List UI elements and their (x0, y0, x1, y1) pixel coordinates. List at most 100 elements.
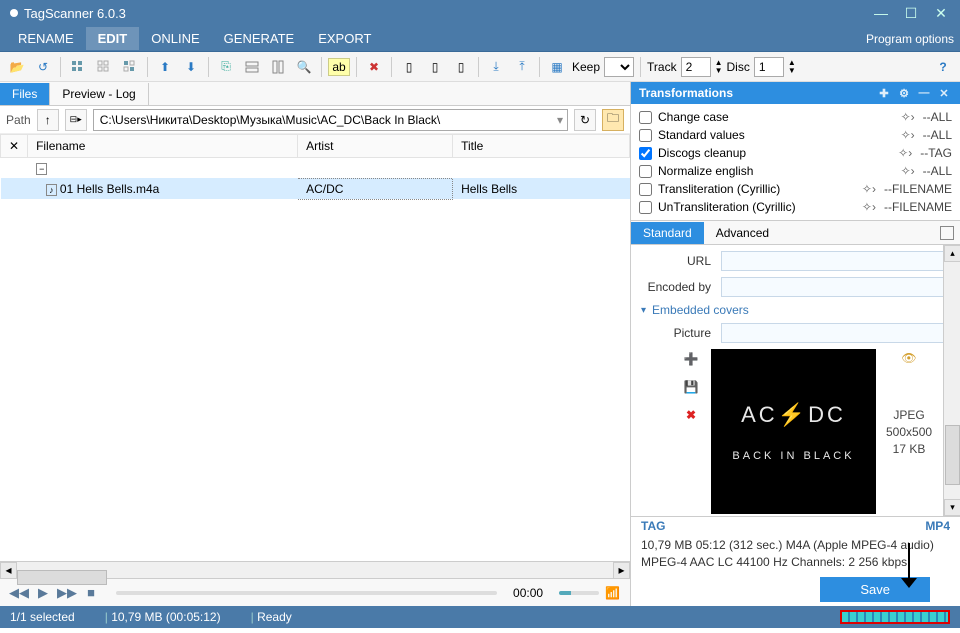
forward-button[interactable]: ▶▶ (58, 584, 76, 602)
disc-input[interactable] (754, 57, 784, 77)
cover-save-button[interactable]: 💾 (681, 377, 701, 397)
transform-minus-button[interactable]: — (916, 85, 932, 101)
transform-row[interactable]: Discogs cleanup✧›--TAG (639, 144, 952, 162)
transform-checkbox[interactable] (639, 165, 652, 178)
program-options-link[interactable]: Program options (866, 32, 954, 46)
col-shuffle[interactable]: ✕ (1, 135, 28, 158)
transform-checkbox[interactable] (639, 111, 652, 124)
cover-remove-button[interactable]: ✖ (681, 405, 701, 425)
scroll-thumb-v[interactable] (945, 425, 960, 485)
copy-button[interactable]: ⎘ (215, 56, 237, 78)
left-panel: Files Preview - Log Path ↑ ⊟▸ C:\Users\Н… (0, 82, 631, 606)
picture-input[interactable] (721, 323, 950, 343)
doc1-button[interactable]: ▯ (398, 56, 420, 78)
scroll-up-button[interactable]: ▴ (944, 245, 960, 262)
seek-slider[interactable] (116, 591, 497, 595)
tab-files[interactable]: Files (0, 83, 50, 105)
stop-button[interactable]: ■ (82, 584, 100, 602)
invert-selection-button[interactable] (119, 56, 141, 78)
track-stepper[interactable]: ▲▼ (715, 59, 723, 75)
history-button[interactable]: ↺ (32, 56, 54, 78)
horizontal-scrollbar[interactable]: ◂ ▸ (0, 561, 630, 578)
rewind-button[interactable]: ◀◀ (10, 584, 28, 602)
transform-settings-button[interactable]: ⚙ (896, 85, 912, 101)
tab-preview-log[interactable]: Preview - Log (50, 83, 148, 105)
disc-stepper[interactable]: ▲▼ (788, 59, 796, 75)
tree-collapse-icon[interactable]: − (36, 163, 47, 175)
document-play-icon: ▯ (432, 60, 439, 74)
transform-checkbox[interactable] (639, 129, 652, 142)
section-embedded-covers[interactable]: Embedded covers (641, 303, 950, 317)
help-button[interactable]: ? (932, 56, 954, 78)
search-button[interactable]: 🔍 (293, 56, 315, 78)
path-refresh-button[interactable]: ↻ (574, 109, 596, 131)
scroll-thumb[interactable] (17, 570, 107, 585)
col-title[interactable]: Title (453, 135, 630, 158)
import-button[interactable]: ⤒ (511, 56, 533, 78)
chevron-down-icon[interactable]: ▾ (557, 113, 563, 127)
menu-edit[interactable]: EDIT (86, 27, 140, 50)
scroll-left-button[interactable]: ◂ (0, 562, 17, 579)
transform-checkbox[interactable] (639, 147, 652, 160)
file-table[interactable]: ✕ Filename Artist Title − ♪ 01 Hells Bel… (0, 134, 630, 561)
transform-row[interactable]: UnTransliteration (Cyrillic)✧›--FILENAME (639, 198, 952, 216)
transform-row[interactable]: Standard values✧›--ALL (639, 126, 952, 144)
remove-button[interactable]: ✖ (363, 56, 385, 78)
url-input[interactable] (721, 251, 950, 271)
keep-select[interactable] (604, 57, 634, 77)
menu-generate[interactable]: GENERATE (212, 27, 307, 50)
export-button[interactable]: ⤓ (485, 56, 507, 78)
transform-checkbox[interactable] (639, 183, 652, 196)
col-artist[interactable]: Artist (298, 135, 453, 158)
select-none-button[interactable] (93, 56, 115, 78)
path-input[interactable]: C:\Users\Никита\Desktop\Музыка\Music\AC_… (93, 109, 568, 131)
table-row[interactable]: ♪ 01 Hells Bells.m4a AC/DC Hells Bells (1, 178, 630, 199)
hilite-button[interactable]: ab (328, 56, 350, 78)
refresh-icon: ↻ (580, 113, 590, 127)
split-h-button[interactable] (241, 56, 263, 78)
close-button[interactable]: ✕ (926, 3, 956, 23)
play-button[interactable]: ▶ (34, 584, 52, 602)
transform-close-button[interactable]: ✕ (936, 85, 952, 101)
col-filename[interactable]: Filename (28, 135, 298, 158)
select-all-button[interactable] (67, 56, 89, 78)
move-down-button[interactable]: ⬇ (180, 56, 202, 78)
path-up-button[interactable]: ↑ (37, 109, 59, 131)
menu-online[interactable]: ONLINE (139, 27, 211, 50)
cover-add-button[interactable]: ➕ (681, 349, 701, 369)
doc2-button[interactable]: ▯ (424, 56, 446, 78)
vertical-scrollbar[interactable]: ▴ ▾ (943, 245, 960, 516)
scroll-right-button[interactable]: ▸ (613, 562, 630, 579)
move-up-button[interactable]: ⬆ (154, 56, 176, 78)
save-button[interactable]: Save (820, 577, 930, 602)
save-area: Save (631, 573, 960, 606)
track-input[interactable] (681, 57, 711, 77)
maximize-button[interactable]: ☐ (896, 3, 926, 23)
disc-combo[interactable]: Disc ▲▼ (727, 57, 796, 77)
open-folder-button[interactable]: 📂 (6, 56, 28, 78)
transform-row[interactable]: Change case✧›--ALL (639, 108, 952, 126)
transform-row[interactable]: Normalize english✧›--ALL (639, 162, 952, 180)
transform-add-button[interactable]: ✚ (876, 85, 892, 101)
path-mode-button[interactable]: ⊟▸ (65, 109, 87, 131)
menu-rename[interactable]: RENAME (6, 27, 86, 50)
album-cover[interactable]: AC⚡DC BACK IN BLACK (711, 349, 876, 514)
path-browse-button[interactable]: 🗀 (602, 109, 624, 131)
tab-square-button[interactable] (940, 226, 954, 240)
track-combo[interactable]: Track ▲▼ (647, 57, 722, 77)
doc3-button[interactable]: ▯ (450, 56, 472, 78)
keep-combo[interactable]: Keep (572, 57, 634, 77)
preview-eye-button[interactable]: 👁 (901, 349, 916, 367)
transform-row[interactable]: Transliteration (Cyrillic)✧›--FILENAME (639, 180, 952, 198)
transform-checkbox[interactable] (639, 201, 652, 214)
minimize-button[interactable]: — (866, 3, 896, 23)
tab-standard[interactable]: Standard (631, 222, 704, 244)
menu-export[interactable]: EXPORT (306, 27, 383, 50)
split-v-button[interactable] (267, 56, 289, 78)
encoded-by-input[interactable] (721, 277, 950, 297)
tab-advanced[interactable]: Advanced (704, 222, 781, 244)
volume-icon[interactable]: 📶 (605, 586, 620, 600)
scroll-down-button[interactable]: ▾ (944, 499, 960, 516)
calendar-button[interactable]: ▦ (546, 56, 568, 78)
volume-slider[interactable] (559, 591, 599, 595)
